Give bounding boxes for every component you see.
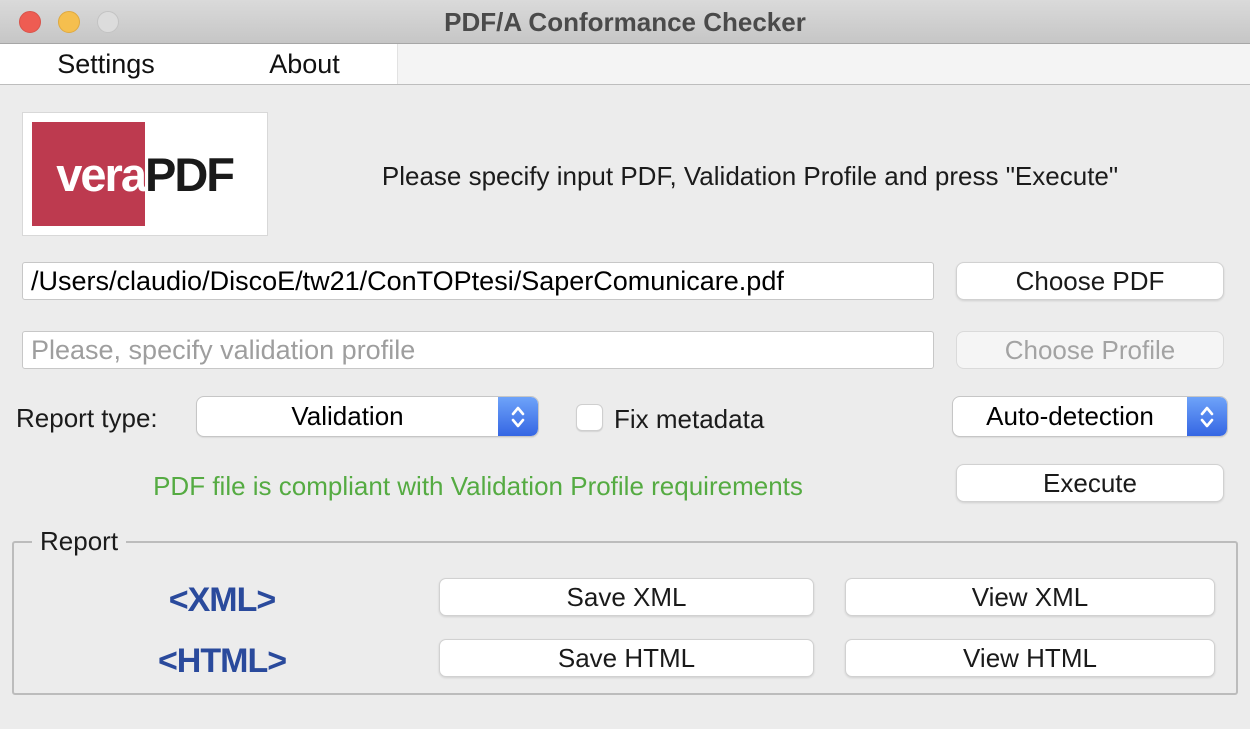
app-window: PDF/A Conformance Checker Settings About… <box>0 0 1250 729</box>
zoom-button[interactable] <box>97 11 119 33</box>
view-html-button[interactable]: View HTML <box>845 639 1215 677</box>
traffic-lights <box>19 11 119 33</box>
xml-format-label: <XML> <box>62 581 382 620</box>
view-xml-button[interactable]: View XML <box>845 578 1215 616</box>
pdf-path-input[interactable] <box>22 262 934 300</box>
close-button[interactable] <box>19 11 41 33</box>
save-html-button[interactable]: Save HTML <box>439 639 814 677</box>
menu-bar-items: Settings About <box>0 44 398 84</box>
choose-profile-button: Choose Profile <box>956 331 1224 369</box>
save-xml-button[interactable]: Save XML <box>439 578 814 616</box>
report-groupbox: Report <XML> Save XML View XML <HTML> Sa… <box>12 541 1238 695</box>
instruction-text: Please specify input PDF, Validation Pro… <box>270 161 1230 192</box>
chevron-up-down-icon <box>498 397 538 436</box>
title-bar: PDF/A Conformance Checker <box>0 0 1250 44</box>
chevron-up-down-icon <box>1187 397 1227 436</box>
verapdf-logo: vera PDF <box>22 112 268 236</box>
html-format-label: <HTML> <box>62 642 382 681</box>
window-title: PDF/A Conformance Checker <box>0 0 1250 44</box>
menu-bar: Settings About <box>0 44 1250 85</box>
report-group-title: Report <box>32 526 126 557</box>
execute-button[interactable]: Execute <box>956 464 1224 502</box>
logo-white-half: PDF <box>145 122 258 226</box>
minimize-button[interactable] <box>58 11 80 33</box>
logo-text-pdf: PDF <box>145 147 233 202</box>
fix-metadata-label: Fix metadata <box>614 404 764 435</box>
choose-pdf-button[interactable]: Choose PDF <box>956 262 1224 300</box>
report-type-select[interactable]: Validation <box>196 396 539 437</box>
validation-profile-input[interactable] <box>22 331 934 369</box>
report-type-value: Validation <box>197 397 498 436</box>
flavour-value: Auto-detection <box>953 397 1187 436</box>
report-type-label: Report type: <box>16 403 158 434</box>
status-message: PDF file is compliant with Validation Pr… <box>22 471 934 502</box>
logo-text-vera: vera <box>56 147 145 202</box>
flavour-select[interactable]: Auto-detection <box>952 396 1228 437</box>
menu-settings[interactable]: Settings <box>57 49 155 80</box>
menu-about[interactable]: About <box>269 49 340 80</box>
logo-red-half: vera <box>32 122 145 226</box>
fix-metadata-checkbox[interactable] <box>576 404 603 431</box>
